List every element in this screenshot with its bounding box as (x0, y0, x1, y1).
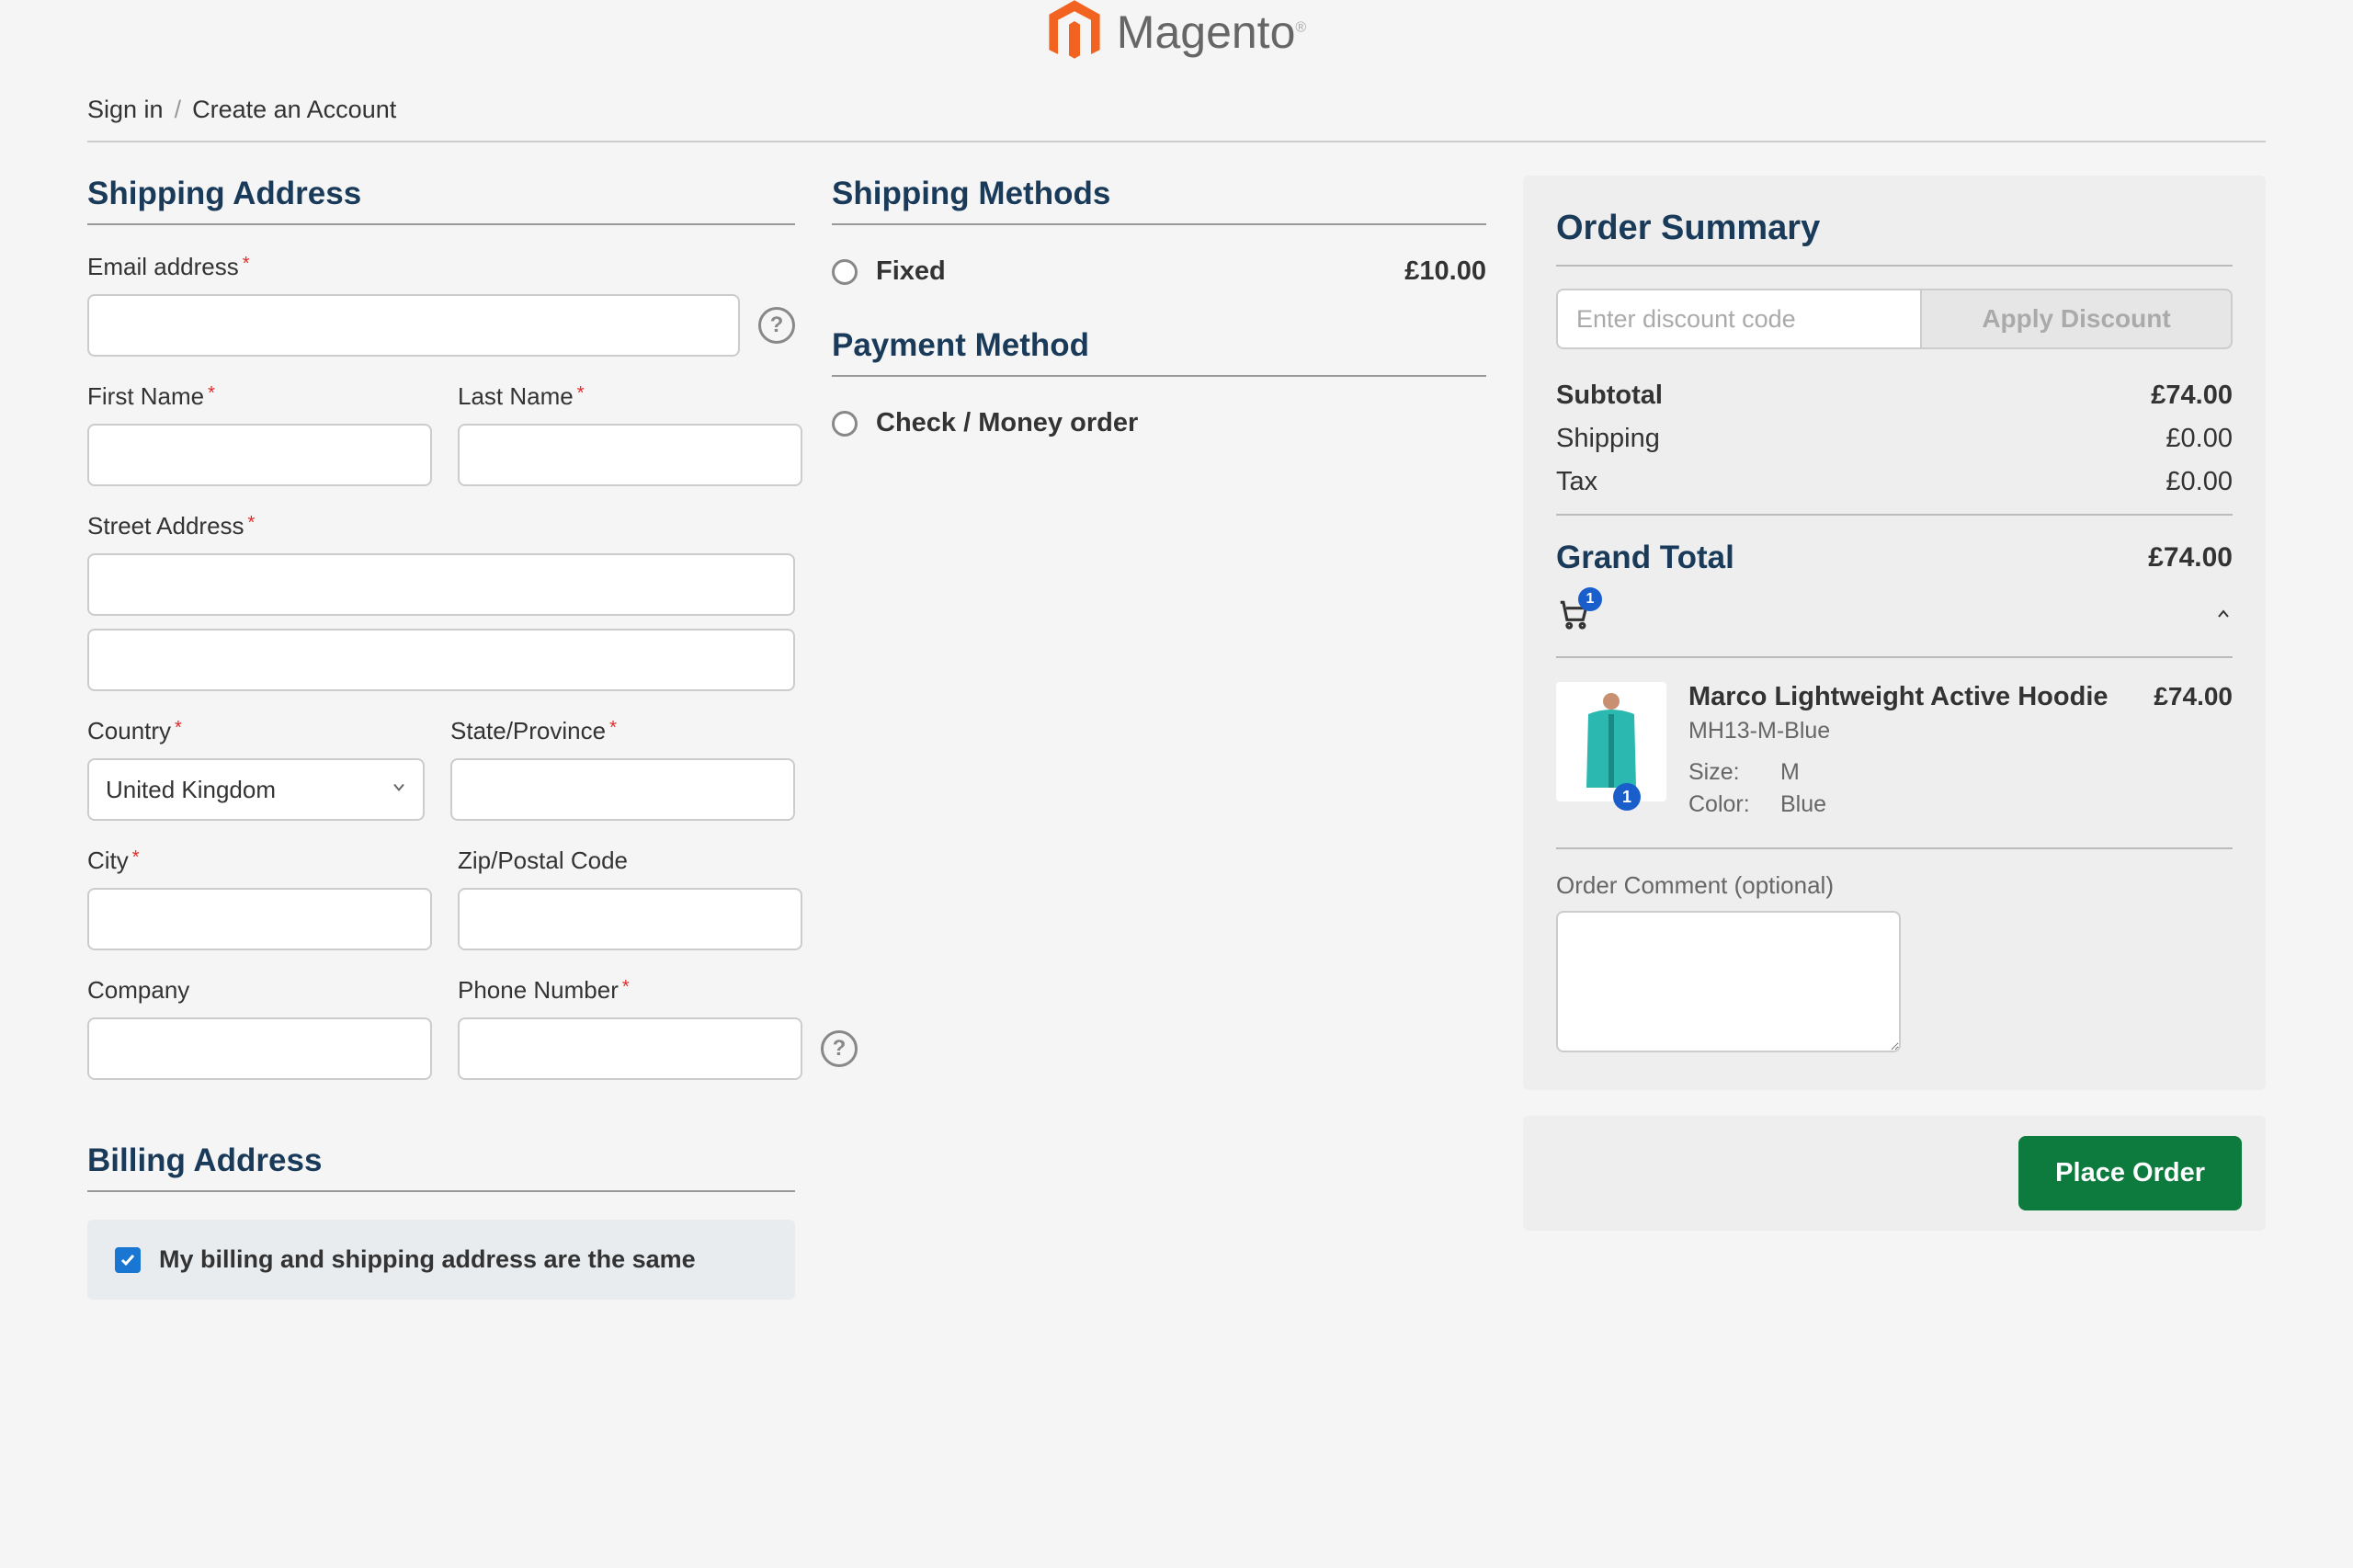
tax-value: £0.00 (2165, 467, 2233, 497)
payment-method-title: Payment Method (832, 327, 1486, 377)
apply-discount-button[interactable]: Apply Discount (1920, 289, 2233, 349)
subtotal-label: Subtotal (1556, 381, 1663, 411)
street-input-1[interactable] (87, 553, 795, 616)
email-label: Email address* (87, 253, 740, 281)
item-name: Marco Lightweight Active Hoodie (1688, 682, 2131, 712)
first-name-input[interactable] (87, 424, 432, 486)
create-account-link[interactable]: Create an Account (192, 96, 396, 124)
tax-label: Tax (1556, 467, 1597, 497)
place-order-bar: Place Order (1523, 1116, 2266, 1231)
shipping-method-label: Fixed (876, 256, 946, 287)
order-comment-input[interactable] (1556, 911, 1901, 1052)
logo: Magento® (1047, 0, 1306, 64)
item-thumbnail: 1 (1556, 682, 1666, 801)
email-help-icon[interactable]: ? (758, 307, 795, 344)
grand-total-value: £74.00 (2148, 542, 2233, 574)
shipping-total-label: Shipping (1556, 424, 1660, 454)
shipping-method-price: £10.00 (1404, 256, 1486, 287)
company-input[interactable] (87, 1017, 432, 1080)
state-label: State/Province* (450, 717, 795, 745)
grand-total-label: Grand Total (1556, 540, 1734, 576)
street-input-2[interactable] (87, 629, 795, 691)
shipping-total-value: £0.00 (2165, 424, 2233, 454)
city-label: City* (87, 846, 432, 875)
shipping-address-title: Shipping Address (87, 176, 795, 225)
item-price: £74.00 (2154, 682, 2233, 824)
auth-divider: / (175, 96, 182, 124)
order-comment-label: Order Comment (optional) (1556, 871, 2233, 900)
payment-method-check[interactable]: Check / Money order (832, 404, 1486, 442)
subtotal-value: £74.00 (2151, 381, 2233, 411)
item-size-value: M (1780, 759, 1800, 786)
order-summary-title: Order Summary (1556, 209, 2233, 267)
check-icon (119, 1252, 136, 1268)
payment-method-label: Check / Money order (876, 408, 1138, 438)
billing-same-label: My billing and shipping address are the … (159, 1245, 696, 1274)
item-sku: MH13-M-Blue (1688, 718, 2131, 744)
place-order-button[interactable]: Place Order (2018, 1136, 2242, 1210)
item-qty-badge: 1 (1613, 783, 1641, 811)
radio-icon (832, 411, 858, 437)
billing-same-checkbox[interactable] (115, 1247, 141, 1273)
zip-input[interactable] (458, 888, 802, 950)
city-input[interactable] (87, 888, 432, 950)
street-label: Street Address* (87, 512, 795, 540)
first-name-label: First Name* (87, 382, 432, 411)
header: Magento® (87, 0, 2266, 79)
state-input[interactable] (450, 758, 795, 821)
country-label: Country* (87, 717, 425, 745)
phone-input[interactable] (458, 1017, 802, 1080)
shipping-method-fixed[interactable]: Fixed £10.00 (832, 253, 1486, 290)
item-size-label: Size: (1688, 759, 1762, 786)
radio-icon (832, 259, 858, 285)
cart-items-toggle[interactable]: 1 (1556, 576, 2233, 658)
signin-link[interactable]: Sign in (87, 96, 164, 124)
item-color-label: Color: (1688, 791, 1762, 818)
last-name-input[interactable] (458, 424, 802, 486)
item-color-value: Blue (1780, 791, 1826, 818)
discount-code-input[interactable] (1556, 289, 1920, 349)
last-name-label: Last Name* (458, 382, 802, 411)
country-select[interactable]: United Kingdom (87, 758, 425, 821)
zip-label: Zip/Postal Code (458, 846, 802, 875)
logo-text: Magento® (1117, 6, 1306, 59)
chevron-up-icon (2214, 605, 2233, 628)
phone-label: Phone Number* (458, 976, 858, 1005)
auth-bar: Sign in / Create an Account (87, 79, 2266, 142)
magento-logo-icon (1047, 0, 1102, 64)
billing-address-title: Billing Address (87, 1142, 795, 1192)
order-summary: Order Summary Apply Discount Subtotal £7… (1523, 176, 2266, 1090)
email-input[interactable] (87, 294, 740, 357)
billing-same-row[interactable]: My billing and shipping address are the … (87, 1220, 795, 1300)
company-label: Company (87, 976, 432, 1005)
cart-icon: 1 (1556, 597, 1591, 636)
cart-item: 1 Marco Lightweight Active Hoodie MH13-M… (1556, 658, 2233, 849)
cart-count-badge: 1 (1578, 587, 1602, 611)
shipping-methods-title: Shipping Methods (832, 176, 1486, 225)
